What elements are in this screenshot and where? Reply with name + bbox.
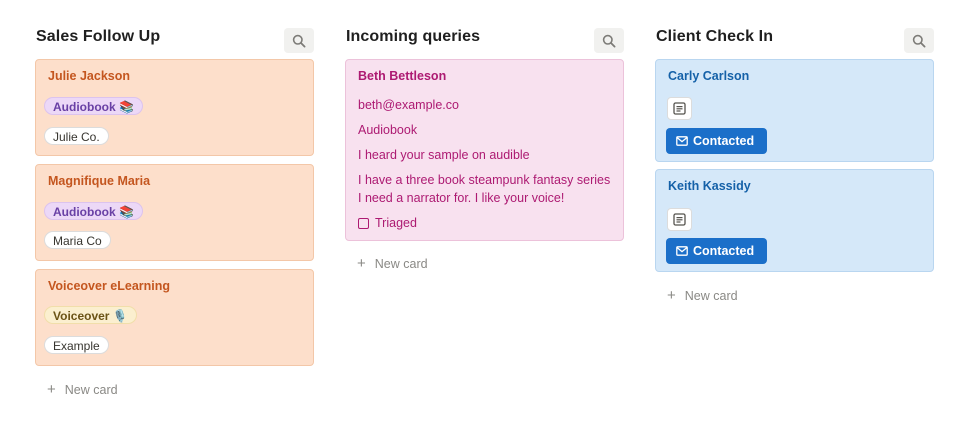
document-icon [673, 102, 686, 115]
column-title: Incoming queries [346, 28, 481, 45]
card[interactable]: Voiceover eLearning Voiceover 🎙️ Example [35, 269, 314, 366]
search-icon [292, 34, 306, 48]
card[interactable]: Carly Carlson Contacted [655, 59, 934, 162]
type-tag: Audiobook 📚 [44, 202, 143, 220]
notes-button[interactable] [667, 97, 692, 120]
type-tag: Voiceover 🎙️ [44, 306, 137, 324]
source-field: I heard your sample on audible [358, 148, 530, 162]
type-tag: Audiobook 📚 [44, 97, 143, 115]
status-label: Contacted [693, 134, 755, 148]
type-field: Audiobook [358, 123, 418, 137]
new-card-button[interactable]: + New card [357, 256, 428, 271]
new-card-label: New card [374, 256, 428, 271]
kanban-board: Sales Follow Up Julie Jackson Audiobook … [0, 0, 976, 425]
contacted-status-button[interactable]: Contacted [666, 128, 767, 154]
search-icon [602, 34, 616, 48]
column-search-button[interactable] [904, 28, 934, 53]
column-title: Client Check In [656, 28, 774, 45]
status-label: Contacted [693, 244, 755, 258]
message-field: I have a three book steampunk fantasy se… [358, 173, 611, 205]
card-title: Keith Kassidy [668, 179, 751, 193]
triaged-checkbox-row[interactable]: Triaged [358, 216, 417, 230]
column-search-button[interactable] [594, 28, 624, 53]
column-title: Sales Follow Up [36, 28, 161, 45]
contacted-status-button[interactable]: Contacted [666, 238, 767, 264]
document-icon [673, 213, 686, 226]
plus-icon: + [357, 255, 366, 272]
triaged-checkbox[interactable] [358, 217, 369, 229]
card-title: Voiceover eLearning [48, 279, 171, 293]
new-card-button[interactable]: + New card [667, 288, 738, 303]
card-title: Carly Carlson [668, 69, 750, 83]
card[interactable]: Magnifique Maria Audiobook 📚 Maria Co [35, 164, 314, 261]
column-sales-follow-up: Sales Follow Up Julie Jackson Audiobook … [35, 0, 316, 425]
column-incoming-queries: Incoming queries Beth Bettleson beth@exa… [345, 0, 626, 425]
card-title: Beth Bettleson [358, 69, 447, 83]
search-icon [912, 34, 926, 48]
card[interactable]: Julie Jackson Audiobook 📚 Julie Co. [35, 59, 314, 156]
card[interactable]: Beth Bettleson beth@example.co Audiobook… [345, 59, 624, 241]
card-title: Magnifique Maria [48, 174, 151, 188]
column-header: Client Check In [655, 26, 936, 54]
card[interactable]: Keith Kassidy Contacted [655, 169, 934, 272]
company-tag: Example [44, 336, 109, 354]
plus-icon: + [667, 287, 676, 304]
mail-icon [676, 136, 688, 146]
plus-icon: + [47, 381, 56, 398]
new-card-label: New card [64, 382, 118, 397]
email-field: beth@example.co [358, 98, 459, 112]
column-search-button[interactable] [284, 28, 314, 53]
column-header: Incoming queries [345, 26, 626, 54]
card-title: Julie Jackson [48, 69, 130, 83]
mail-icon [676, 246, 688, 256]
notes-button[interactable] [667, 208, 692, 231]
company-tag: Julie Co. [44, 127, 109, 145]
new-card-label: New card [684, 288, 738, 303]
company-tag: Maria Co [44, 231, 111, 249]
column-header: Sales Follow Up [35, 26, 316, 54]
new-card-button[interactable]: + New card [47, 382, 118, 397]
column-client-check-in: Client Check In Carly Carlson Contacted … [655, 0, 936, 425]
checkbox-label: Triaged [375, 216, 417, 230]
